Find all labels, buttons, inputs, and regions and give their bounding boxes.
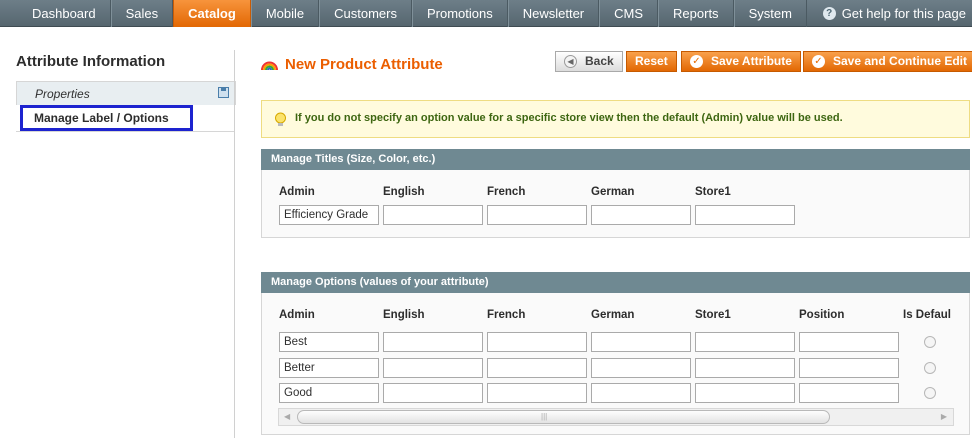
- tab-properties-label: Properties: [35, 87, 90, 101]
- sidebar-divider: [16, 131, 234, 132]
- options-col-position: Position: [799, 309, 845, 321]
- nav-item-dashboard[interactable]: Dashboard: [18, 0, 111, 27]
- option-store1-input[interactable]: [695, 383, 795, 403]
- sidebar-border: [234, 50, 235, 438]
- tab-manage-label-options-label: Manage Label / Options: [34, 111, 169, 125]
- options-section-header: Manage Options (values of your attribute…: [261, 272, 970, 293]
- scroll-grip-icon: |||: [541, 412, 548, 421]
- option-german-input[interactable]: [591, 383, 691, 403]
- is-default-radio[interactable]: [924, 336, 936, 348]
- reset-label: Reset: [635, 54, 668, 68]
- help-link[interactable]: ? Get help for this page: [822, 0, 966, 27]
- rainbow-icon: [261, 61, 278, 71]
- nav-item-cms[interactable]: CMS: [599, 0, 659, 27]
- options-col-french: French: [487, 309, 526, 321]
- help-label: Get help for this page: [841, 6, 966, 21]
- check-icon: ✓: [690, 55, 703, 68]
- option-french-input[interactable]: [487, 358, 587, 378]
- option-store1-input[interactable]: [695, 332, 795, 352]
- title-french-input[interactable]: [487, 205, 587, 225]
- tab-manage-label-options[interactable]: Manage Label / Options: [16, 105, 236, 131]
- notice-text: If you do not specify an option value fo…: [295, 112, 843, 124]
- reset-button[interactable]: Reset: [626, 51, 677, 72]
- save-disk-icon: [218, 87, 229, 98]
- titles-section-body: Admin English French German Store1 Effic…: [261, 170, 970, 238]
- save-attribute-label: Save Attribute: [711, 54, 792, 68]
- back-label: Back: [585, 54, 614, 68]
- option-english-input[interactable]: [383, 332, 483, 352]
- title-german-input[interactable]: [591, 205, 691, 225]
- option-admin-input[interactable]: Better: [279, 358, 379, 378]
- save-continue-label: Save and Continue Edit: [833, 54, 968, 68]
- titles-col-store1: Store1: [695, 186, 731, 198]
- scroll-left-arrow-icon[interactable]: ◀: [284, 412, 290, 421]
- sidebar-title: Attribute Information: [16, 53, 166, 70]
- scrollbar-thumb[interactable]: [297, 410, 830, 424]
- check-icon: ✓: [812, 55, 825, 68]
- tab-properties[interactable]: Properties: [16, 81, 236, 105]
- nav-item-newsletter[interactable]: Newsletter: [507, 0, 600, 27]
- question-icon: ?: [822, 7, 836, 20]
- nav-item-catalog[interactable]: Catalog: [173, 0, 251, 27]
- title-store1-input[interactable]: [695, 205, 795, 225]
- titles-col-german: German: [591, 186, 635, 198]
- nav-item-system[interactable]: System: [733, 0, 807, 27]
- option-english-input[interactable]: [383, 358, 483, 378]
- back-button[interactable]: ◀ Back: [555, 51, 623, 72]
- options-col-store1: Store1: [695, 309, 731, 321]
- titles-section-header: Manage Titles (Size, Color, etc.): [261, 149, 970, 170]
- option-english-input[interactable]: [383, 383, 483, 403]
- option-french-input[interactable]: [487, 383, 587, 403]
- save-continue-button[interactable]: ✓ Save and Continue Edit: [803, 51, 972, 72]
- nav-item-sales[interactable]: Sales: [110, 0, 174, 27]
- scroll-right-arrow-icon[interactable]: ▶: [941, 412, 947, 421]
- titles-col-french: French: [487, 186, 526, 198]
- nav-item-promotions[interactable]: Promotions: [411, 0, 508, 27]
- nav-item-customers[interactable]: Customers: [319, 0, 412, 27]
- titles-col-english: English: [383, 186, 425, 198]
- nav-item-mobile[interactable]: Mobile: [250, 0, 320, 27]
- options-col-is-default: Is Defaul: [903, 309, 951, 321]
- options-col-german: German: [591, 309, 635, 321]
- top-navigation: Dashboard Sales Catalog Mobile Customers…: [0, 0, 972, 27]
- back-arrow-icon: ◀: [564, 55, 577, 68]
- is-default-radio[interactable]: [924, 387, 936, 399]
- option-position-input[interactable]: [799, 332, 899, 352]
- horizontal-scrollbar[interactable]: ◀ ||| ▶: [278, 408, 954, 426]
- option-german-input[interactable]: [591, 332, 691, 352]
- option-store1-input[interactable]: [695, 358, 795, 378]
- option-admin-input[interactable]: Good: [279, 383, 379, 403]
- notice-box: If you do not specify an option value fo…: [261, 100, 970, 138]
- option-position-input[interactable]: [799, 383, 899, 403]
- options-col-english: English: [383, 309, 425, 321]
- options-col-admin: Admin: [279, 309, 315, 321]
- page-title: New Product Attribute: [285, 56, 443, 73]
- sidebar-tabs: Properties Manage Label / Options: [16, 81, 236, 131]
- option-position-input[interactable]: [799, 358, 899, 378]
- option-french-input[interactable]: [487, 332, 587, 352]
- option-admin-input[interactable]: Best: [279, 332, 379, 352]
- save-attribute-button[interactable]: ✓ Save Attribute: [681, 51, 801, 72]
- titles-col-admin: Admin: [279, 186, 315, 198]
- is-default-radio[interactable]: [924, 362, 936, 374]
- title-english-input[interactable]: [383, 205, 483, 225]
- lightbulb-icon: [275, 112, 286, 126]
- title-admin-input[interactable]: Efficiency Grade: [279, 205, 379, 225]
- nav-menu: Dashboard Sales Catalog Mobile Customers…: [18, 0, 807, 27]
- option-german-input[interactable]: [591, 358, 691, 378]
- nav-item-reports[interactable]: Reports: [658, 0, 734, 27]
